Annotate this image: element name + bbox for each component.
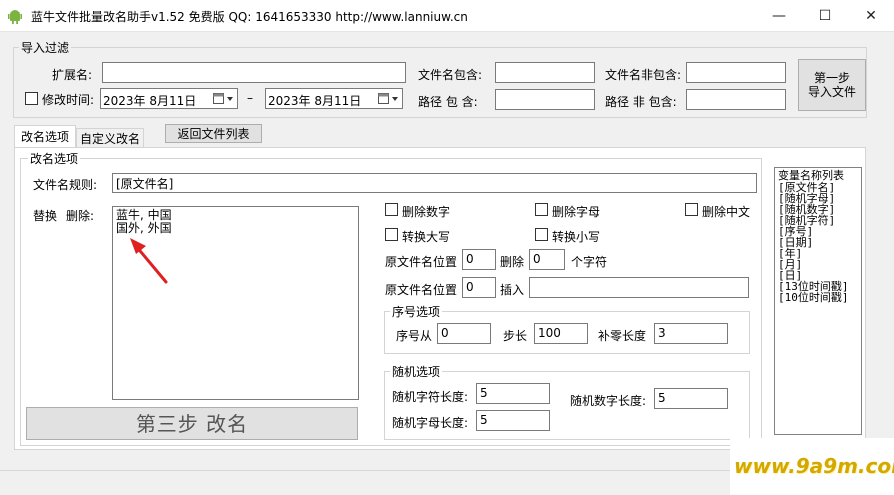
calendar-dropdown-icon[interactable] bbox=[213, 93, 235, 105]
random-options-legend: 随机选项 bbox=[390, 363, 443, 380]
import-files-button[interactable]: 第一步 导入文件 bbox=[798, 59, 866, 111]
tab-rename-options[interactable]: 改名选项 bbox=[14, 125, 76, 147]
close-button[interactable]: ✕ bbox=[848, 0, 894, 32]
path-contains-label: 路径 包 含: bbox=[418, 95, 478, 109]
rand-char-input[interactable]: 5 bbox=[476, 383, 550, 404]
replace-line: 国外, 外国 bbox=[116, 221, 172, 235]
modtime-checkbox[interactable] bbox=[25, 92, 38, 105]
step-label: 步长 bbox=[503, 329, 528, 343]
path-not-contains-input[interactable] bbox=[686, 89, 786, 110]
delete-digits-checkbox[interactable] bbox=[385, 203, 398, 216]
filename-not-contains-label: 文件名非包含: bbox=[605, 68, 682, 82]
rule-label: 文件名规则: bbox=[33, 178, 98, 192]
minimize-button[interactable]: — bbox=[756, 0, 802, 32]
to-upper-checkbox[interactable] bbox=[385, 228, 398, 241]
annotation-arrow-icon bbox=[130, 238, 168, 284]
tab-rename-options-label: 改名选项 bbox=[20, 130, 69, 144]
delete-chinese-label: 删除中文 bbox=[702, 205, 751, 219]
filename-contains-label: 文件名包含: bbox=[418, 68, 483, 82]
delete-count-input[interactable]: 0 bbox=[529, 249, 565, 270]
insert-input[interactable] bbox=[529, 277, 749, 298]
rand-char-label: 随机字符长度: bbox=[392, 390, 469, 404]
calendar-dropdown-icon[interactable] bbox=[378, 93, 400, 105]
rename-button-label: 第三步 改名 bbox=[135, 411, 249, 436]
window-title: 蓝牛文件批量改名助手v1.52 免费版 QQ: 1641653330 http:… bbox=[31, 10, 468, 24]
maximize-icon: ☐ bbox=[818, 8, 832, 24]
rule-input[interactable]: [原文件名] bbox=[112, 173, 757, 193]
to-upper-label: 转换大写 bbox=[402, 230, 451, 244]
delete-digits-label: 删除数字 bbox=[402, 205, 451, 219]
import-button-line2: 导入文件 bbox=[807, 85, 856, 99]
return-button-label: 返回文件列表 bbox=[177, 126, 250, 141]
to-lower-checkbox[interactable] bbox=[535, 228, 548, 241]
filename-not-contains-input[interactable] bbox=[686, 62, 786, 83]
orig-pos-input-1[interactable]: 0 bbox=[462, 249, 496, 270]
tab-custom-rename-label: 自定义改名 bbox=[79, 131, 140, 146]
insert-label: 插入 bbox=[500, 283, 525, 297]
path-contains-input[interactable] bbox=[495, 89, 595, 110]
seq-from-input[interactable]: 0 bbox=[437, 323, 491, 344]
ext-input[interactable] bbox=[102, 62, 406, 83]
minimize-icon: — bbox=[772, 8, 786, 24]
delete-letters-checkbox[interactable] bbox=[535, 203, 548, 216]
seq-from-label: 序号从 bbox=[396, 329, 433, 343]
date-from-picker[interactable]: 2023年 8月11日 bbox=[100, 88, 238, 109]
modtime-label: 修改时间: bbox=[42, 93, 95, 107]
return-to-list-button[interactable]: 返回文件列表 bbox=[165, 124, 262, 143]
delete-label: 删除: bbox=[66, 209, 95, 223]
import-button-line1: 第一步 bbox=[813, 71, 850, 85]
variable-list[interactable]: 变量名称列表 [原文件名] [随机字母] [随机数字] [随机字符] [序号] … bbox=[774, 167, 862, 435]
to-lower-label: 转换小写 bbox=[552, 230, 601, 244]
import-filter-legend: 导入过滤 bbox=[19, 39, 72, 56]
delete-chinese-checkbox[interactable] bbox=[685, 203, 698, 216]
rand-letter-label: 随机字母长度: bbox=[392, 416, 469, 430]
orig-pos-label-1: 原文件名位置 bbox=[385, 255, 458, 269]
rename-options-legend: 改名选项 bbox=[28, 150, 81, 167]
chars-label: 个字符 bbox=[571, 255, 608, 269]
delete-letters-label: 删除字母 bbox=[552, 205, 601, 219]
app-android-icon bbox=[8, 10, 22, 24]
date-to-picker[interactable]: 2023年 8月11日 bbox=[265, 88, 403, 109]
date-to-value: 2023年 8月11日 bbox=[268, 94, 362, 108]
rand-digit-label: 随机数字长度: bbox=[570, 394, 647, 408]
close-icon: ✕ bbox=[865, 8, 877, 24]
date-separator: – bbox=[247, 91, 253, 105]
rand-letter-input[interactable]: 5 bbox=[476, 410, 550, 431]
orig-pos-input-2[interactable]: 0 bbox=[462, 277, 496, 298]
date-from-value: 2023年 8月11日 bbox=[103, 94, 197, 108]
pad-input[interactable]: 3 bbox=[654, 323, 728, 344]
orig-pos-label-2: 原文件名位置 bbox=[385, 283, 458, 297]
delete-text-label: 删除 bbox=[500, 255, 525, 269]
maximize-button[interactable]: ☐ bbox=[802, 0, 848, 32]
ext-label: 扩展名: bbox=[52, 68, 93, 82]
rand-digit-input[interactable]: 5 bbox=[654, 388, 728, 409]
tab-custom-rename[interactable]: 自定义改名 bbox=[76, 128, 144, 147]
replace-label: 替换 bbox=[33, 209, 58, 223]
title-bar: 蓝牛文件批量改名助手v1.52 免费版 QQ: 1641653330 http:… bbox=[0, 0, 894, 32]
filename-contains-input[interactable] bbox=[495, 62, 595, 83]
variable-item[interactable]: [10位时间戳] bbox=[778, 292, 858, 303]
pad-label: 补零长度 bbox=[598, 329, 647, 343]
rename-button[interactable]: 第三步 改名 bbox=[26, 407, 358, 440]
sequence-options-legend: 序号选项 bbox=[390, 303, 443, 320]
watermark-text: www.9a9m.com bbox=[734, 454, 894, 478]
path-not-contains-label: 路径 非 包含: bbox=[605, 95, 677, 109]
step-input[interactable]: 100 bbox=[534, 323, 588, 344]
